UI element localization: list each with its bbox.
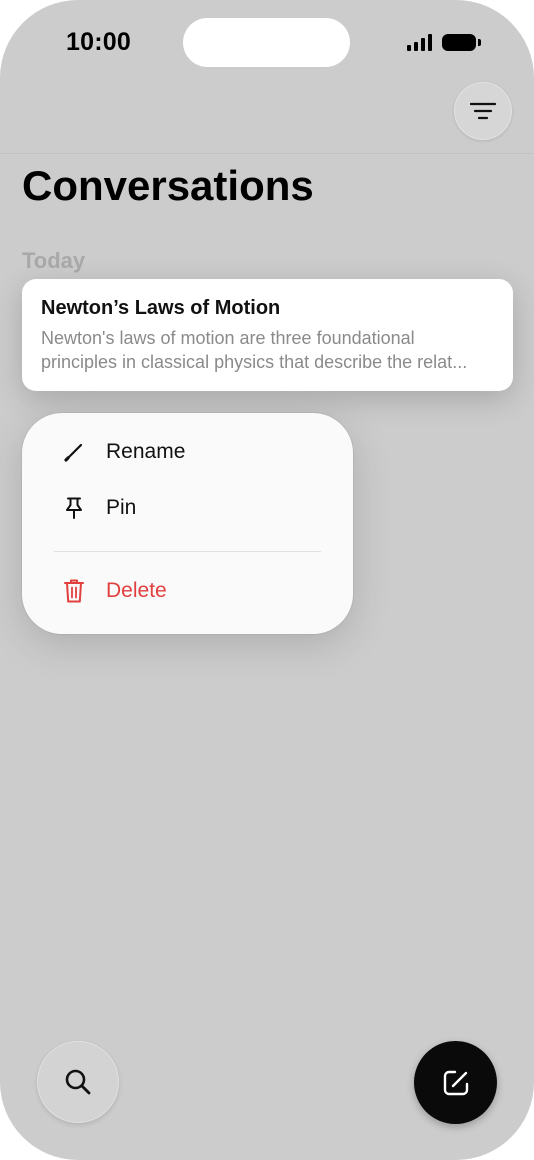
status-icons bbox=[407, 33, 481, 51]
conversation-preview-line-1: Newton's laws of motion are three founda… bbox=[41, 328, 415, 348]
battery-icon bbox=[442, 33, 481, 51]
filter-lines-icon bbox=[470, 102, 496, 120]
menu-item-delete-label: Delete bbox=[106, 579, 167, 602]
phone-screen: 10:00 Conversations Today Newton’s Laws … bbox=[0, 0, 534, 1160]
menu-item-pin-label: Pin bbox=[106, 496, 137, 519]
pencil-icon bbox=[62, 440, 86, 464]
conversation-title: Newton’s Laws of Motion bbox=[41, 297, 281, 319]
section-label-today: Today bbox=[22, 248, 86, 273]
conversation-card[interactable]: Newton’s Laws of Motion Newton's laws of… bbox=[22, 279, 513, 391]
search-icon bbox=[65, 1069, 91, 1095]
trash-icon bbox=[62, 579, 86, 603]
dynamic-island bbox=[183, 18, 350, 67]
conversation-preview: Newton's laws of motion are three founda… bbox=[41, 326, 494, 374]
menu-item-delete[interactable]: Delete bbox=[62, 579, 167, 603]
context-menu: Rename Pin Delete bbox=[22, 413, 353, 634]
status-time: 10:00 bbox=[66, 28, 131, 56]
signal-icon bbox=[407, 33, 432, 51]
page-title: Conversations bbox=[22, 162, 314, 209]
conversation-preview-line-2: principles in classical physics that des… bbox=[41, 352, 468, 372]
compose-icon bbox=[443, 1070, 468, 1095]
search-button[interactable] bbox=[37, 1041, 119, 1123]
filter-button[interactable] bbox=[454, 82, 512, 140]
menu-item-pin[interactable]: Pin bbox=[62, 496, 136, 520]
menu-divider bbox=[54, 551, 321, 552]
header-divider bbox=[0, 153, 534, 154]
pin-icon bbox=[62, 496, 86, 520]
menu-item-rename[interactable]: Rename bbox=[62, 440, 185, 464]
compose-button[interactable] bbox=[414, 1041, 497, 1124]
menu-item-rename-label: Rename bbox=[106, 440, 186, 463]
